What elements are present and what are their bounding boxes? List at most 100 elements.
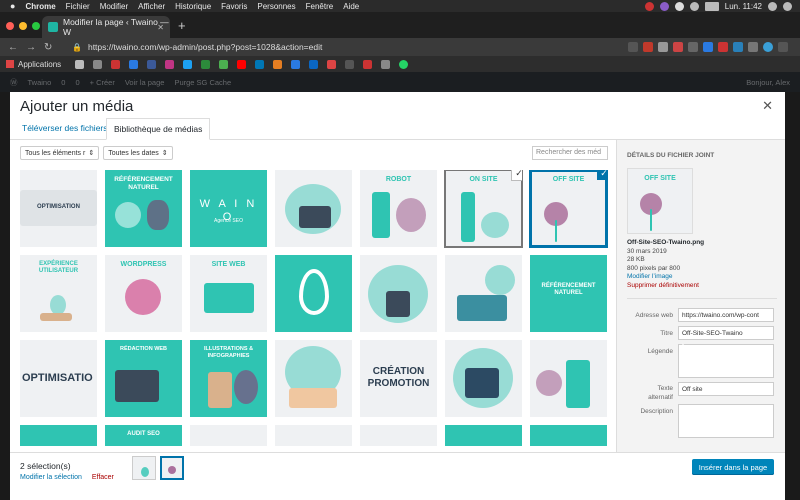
bookmark-icon[interactable]	[363, 59, 373, 69]
edit-selection-link[interactable]: Modifier la sélection	[20, 474, 82, 481]
extension-icon[interactable]	[718, 42, 728, 52]
media-tile[interactable]	[445, 425, 522, 446]
search-icon[interactable]	[768, 1, 777, 11]
zoom-window-button[interactable]	[32, 22, 40, 30]
wp-comments[interactable]: 0	[75, 78, 79, 87]
extension-icon[interactable]	[688, 42, 698, 52]
apple-icon[interactable]: ●	[10, 1, 15, 11]
media-tile[interactable]	[445, 255, 522, 332]
bookmark-icon[interactable]	[237, 59, 247, 69]
media-tile[interactable]	[445, 340, 522, 417]
media-tile[interactable]	[530, 425, 607, 446]
wp-view-page[interactable]: Voir la page	[125, 78, 165, 87]
close-window-button[interactable]	[6, 22, 14, 30]
media-tile[interactable]: W A I N O Agence SEO	[190, 170, 267, 247]
bookmark-icon[interactable]	[345, 59, 355, 69]
wp-create[interactable]: + Créer	[90, 78, 115, 87]
more-menu-icon[interactable]	[778, 42, 788, 52]
bookmark-icon[interactable]	[327, 59, 337, 69]
bookmark-icon[interactable]	[381, 59, 391, 69]
media-tile[interactable]: ILLUSTRATIONS & INFOGRAPHIES	[190, 340, 267, 417]
clock[interactable]: Lun. 11:42	[725, 2, 762, 11]
url-input[interactable]: https://twaino.com/wp-cont	[678, 308, 774, 322]
wifi-icon[interactable]	[689, 1, 699, 11]
tab-upload[interactable]: Téléverser des fichiers	[22, 123, 108, 133]
control-center-icon[interactable]	[783, 1, 792, 11]
lock-icon[interactable]: 🔒	[72, 43, 82, 52]
media-tile[interactable]: RÉDACTION WEB	[105, 340, 182, 417]
back-icon[interactable]: ←	[8, 42, 18, 53]
filter-date-select[interactable]: Toutes les dates ⇕	[103, 146, 173, 160]
media-tile[interactable]	[275, 340, 352, 417]
wp-updates[interactable]: 0	[61, 78, 65, 87]
media-tile[interactable]: SITE WEB	[190, 255, 267, 332]
extension-icon[interactable]	[703, 42, 713, 52]
tab-library[interactable]: Bibliothèque de médias	[106, 118, 211, 140]
media-tile[interactable]	[275, 170, 352, 247]
bookmark-icon[interactable]	[183, 59, 193, 69]
close-icon[interactable]: ✕	[762, 98, 773, 114]
description-textarea[interactable]	[678, 404, 774, 438]
wp-purge-cache[interactable]: Purge SG Cache	[174, 78, 231, 87]
close-tab-icon[interactable]: ✕	[157, 23, 164, 32]
extension-icon[interactable]	[643, 42, 653, 52]
media-tile[interactable]: ROBOT	[360, 170, 437, 247]
checkmark-icon[interactable]: ✓	[597, 170, 607, 180]
extension-icon[interactable]	[658, 42, 668, 52]
bookmark-icon[interactable]	[129, 59, 139, 69]
media-tile[interactable]: OPTIMISATION	[20, 170, 97, 247]
cloud-icon[interactable]	[674, 1, 684, 11]
bookmark-icon[interactable]	[309, 59, 319, 69]
forward-icon[interactable]: →	[26, 42, 36, 53]
wp-logo-icon[interactable]: Ⓦ	[10, 77, 18, 88]
media-tile[interactable]: CRÉATION PROMOTION	[360, 340, 437, 417]
url-field[interactable]: 🔒 https://twaino.com/wp-admin/post.php?p…	[72, 40, 592, 54]
media-tile[interactable]: RÉFÉRENCEMENT NATUREL	[105, 170, 182, 247]
menu-favoris[interactable]: Favoris	[221, 2, 247, 11]
menu-chrome[interactable]: Chrome	[25, 2, 55, 11]
new-tab-button[interactable]: +	[178, 18, 186, 33]
media-tile[interactable]	[530, 340, 607, 417]
alt-input[interactable]: Off site	[678, 382, 774, 396]
media-search-input[interactable]: Rechercher des méd	[532, 146, 608, 160]
media-tile[interactable]	[20, 425, 97, 446]
menu-fichier[interactable]: Fichier	[66, 2, 90, 11]
menu-aide[interactable]: Aide	[343, 2, 359, 11]
menu-fenetre[interactable]: Fenêtre	[306, 2, 334, 11]
bookmark-icon[interactable]	[255, 59, 265, 69]
bookmark-icon[interactable]	[273, 59, 283, 69]
media-tile[interactable]	[360, 255, 437, 332]
wp-site-name[interactable]: Twaino	[28, 78, 52, 87]
caption-textarea[interactable]	[678, 344, 774, 378]
bookmark-icon[interactable]	[165, 59, 175, 69]
selection-thumb[interactable]	[132, 456, 156, 480]
delete-permanently-link[interactable]: Supprimer définitivement	[627, 282, 704, 291]
bookmark-icon[interactable]	[111, 59, 121, 69]
menu-personnes[interactable]: Personnes	[257, 2, 295, 11]
media-tile[interactable]	[275, 255, 352, 332]
wp-greeting[interactable]: Bonjour, Alex	[746, 78, 790, 87]
title-input[interactable]: Off-Site-SEO-Twaino	[678, 326, 774, 340]
bookmark-star-icon[interactable]	[628, 42, 638, 52]
extension-icon[interactable]	[733, 42, 743, 52]
bookmark-icon[interactable]	[219, 59, 229, 69]
bookmark-icon[interactable]	[75, 59, 85, 69]
media-tile[interactable]: RÉFÉRENCEMENT NATUREL	[530, 255, 607, 332]
whatsapp-icon[interactable]	[399, 59, 409, 69]
profile-icon[interactable]	[763, 42, 773, 52]
bookmark-icon[interactable]	[147, 59, 157, 69]
clear-selection-link[interactable]: Effacer	[92, 474, 114, 481]
minimize-window-button[interactable]	[19, 22, 27, 30]
media-tile[interactable]	[190, 425, 267, 446]
media-tile-selected[interactable]: ✓ ON SITE	[444, 170, 523, 248]
selection-thumb-active[interactable]	[160, 456, 184, 480]
menu-modifier[interactable]: Modifier	[100, 2, 128, 11]
media-tile-selected[interactable]: ✓ OFF SITE	[529, 170, 608, 248]
filter-type-select[interactable]: Tous les éléments r ⇕	[20, 146, 100, 160]
media-tile[interactable]: EXPÉRIENCE UTILISATEUR	[20, 255, 97, 332]
menu-afficher[interactable]: Afficher	[138, 2, 165, 11]
bookmark-icon[interactable]	[201, 59, 211, 69]
bookmark-icon[interactable]	[93, 59, 103, 69]
battery-icon[interactable]	[704, 1, 719, 11]
status-icon[interactable]	[659, 1, 669, 11]
